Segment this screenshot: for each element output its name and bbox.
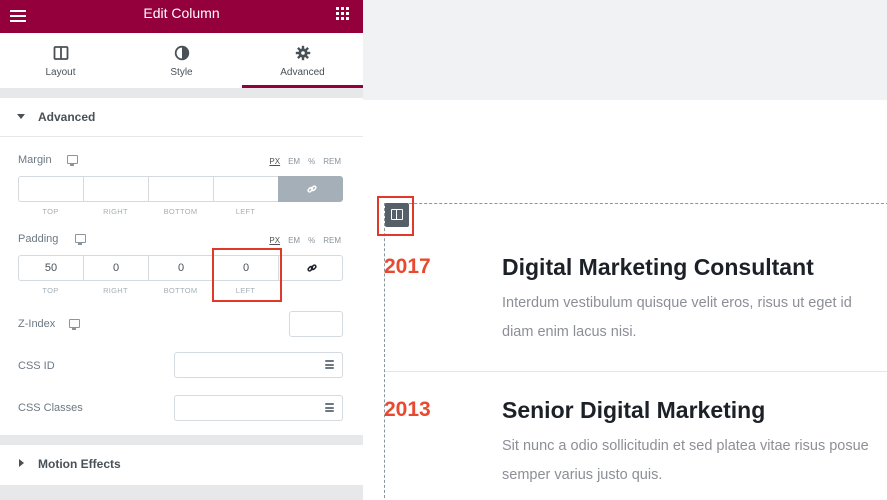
advanced-section: Advanced Margin PX EM % REM TOP RIGHT BO… (0, 98, 363, 435)
motion-effects-title: Motion Effects (38, 457, 121, 471)
entry-description-line: Sit nunc a odio sollicitudin et sed plat… (502, 438, 869, 454)
tab-layout-label: Layout (45, 67, 76, 78)
motion-effects-header[interactable]: Motion Effects (0, 445, 363, 484)
desktop-icon[interactable] (69, 319, 80, 330)
advanced-section-title: Advanced (38, 110, 96, 124)
margin-link-button[interactable] (278, 176, 343, 202)
dynamic-tags-button[interactable] (316, 395, 343, 421)
dynamic-tags-button[interactable] (316, 352, 343, 378)
entry-title: Senior Digital Marketing (502, 397, 766, 423)
side-label-bottom: BOTTOM (163, 286, 198, 295)
tab-style-label: Style (170, 67, 193, 78)
z-index-input[interactable] (289, 311, 343, 337)
margin-dimensions (18, 176, 343, 202)
widgets-grid-icon[interactable] (336, 7, 349, 20)
unit-px[interactable]: PX (269, 236, 280, 245)
editor-panel: Edit Column Layout Style Advanced Advanc… (0, 0, 363, 500)
motion-effects-section[interactable]: Motion Effects (0, 445, 363, 485)
preview-top-area (363, 0, 887, 100)
unit-percent[interactable]: % (308, 157, 315, 166)
desktop-icon[interactable] (75, 234, 86, 245)
padding-left-highlight (212, 248, 282, 302)
padding-dimensions: 50 0 0 0 (18, 255, 343, 281)
unit-em[interactable]: EM (288, 236, 300, 245)
unit-rem[interactable]: REM (323, 236, 341, 245)
entry-description-line: Interdum vestibulum quisque velit eros, … (502, 295, 852, 311)
caret-down-icon (17, 114, 25, 119)
entry-description-line: diam enim lacus nisi. (502, 324, 637, 340)
css-classes-label: CSS Classes (18, 402, 83, 414)
preview-canvas: 2017 Digital Marketing Consultant Interd… (363, 0, 887, 500)
margin-left-input[interactable] (213, 176, 278, 202)
margin-units: PX EM % REM (269, 157, 341, 166)
entry-divider (385, 371, 887, 372)
tab-style[interactable]: Style (121, 33, 242, 88)
desktop-icon[interactable] (67, 155, 78, 166)
side-label-bottom: BOTTOM (163, 207, 198, 216)
padding-bottom-input[interactable]: 0 (148, 255, 213, 281)
side-label-top: TOP (42, 207, 59, 216)
entry-description-line: semper varius justo quis. (502, 467, 663, 483)
padding-label: Padding (18, 233, 59, 245)
panel-title: Edit Column (143, 5, 220, 21)
margin-side-labels: TOP RIGHT BOTTOM LEFT (18, 207, 278, 216)
padding-link-button[interactable] (278, 255, 343, 281)
side-label-right: RIGHT (103, 207, 128, 216)
advanced-section-header[interactable]: Advanced (0, 98, 363, 137)
entry-year: 2017 (384, 255, 431, 278)
side-label-top: TOP (42, 286, 59, 295)
margin-bottom-input[interactable] (148, 176, 213, 202)
link-icon (307, 185, 317, 193)
unit-rem[interactable]: REM (323, 157, 341, 166)
css-classes-input[interactable] (174, 395, 317, 421)
padding-right-input[interactable]: 0 (83, 255, 148, 281)
unit-percent[interactable]: % (308, 236, 315, 245)
column-handle-highlight (377, 196, 414, 236)
panel-tabs: Layout Style Advanced (0, 33, 363, 88)
database-icon (325, 360, 334, 371)
half-circle-icon (174, 45, 189, 61)
unit-em[interactable]: EM (288, 157, 300, 166)
database-icon (325, 403, 334, 414)
padding-units: PX EM % REM (269, 236, 341, 245)
tab-layout[interactable]: Layout (0, 33, 121, 88)
caret-right-icon (19, 459, 24, 467)
z-index-label: Z-Index (18, 318, 56, 330)
panel-header: Edit Column (0, 0, 363, 33)
link-icon (307, 264, 317, 272)
entry-title: Digital Marketing Consultant (502, 254, 814, 280)
margin-top-input[interactable] (18, 176, 83, 202)
columns-icon (53, 46, 68, 60)
margin-label: Margin (18, 154, 52, 166)
unit-px[interactable]: PX (269, 157, 280, 166)
side-label-right: RIGHT (103, 286, 128, 295)
tab-advanced[interactable]: Advanced (242, 33, 363, 88)
margin-right-input[interactable] (83, 176, 148, 202)
side-label-left: LEFT (235, 207, 256, 216)
css-id-input[interactable] (174, 352, 317, 378)
padding-top-input[interactable]: 50 (18, 255, 83, 281)
css-id-label: CSS ID (18, 360, 55, 372)
gear-icon (295, 45, 310, 61)
tab-advanced-label: Advanced (280, 67, 325, 78)
entry-year: 2013 (384, 398, 431, 421)
